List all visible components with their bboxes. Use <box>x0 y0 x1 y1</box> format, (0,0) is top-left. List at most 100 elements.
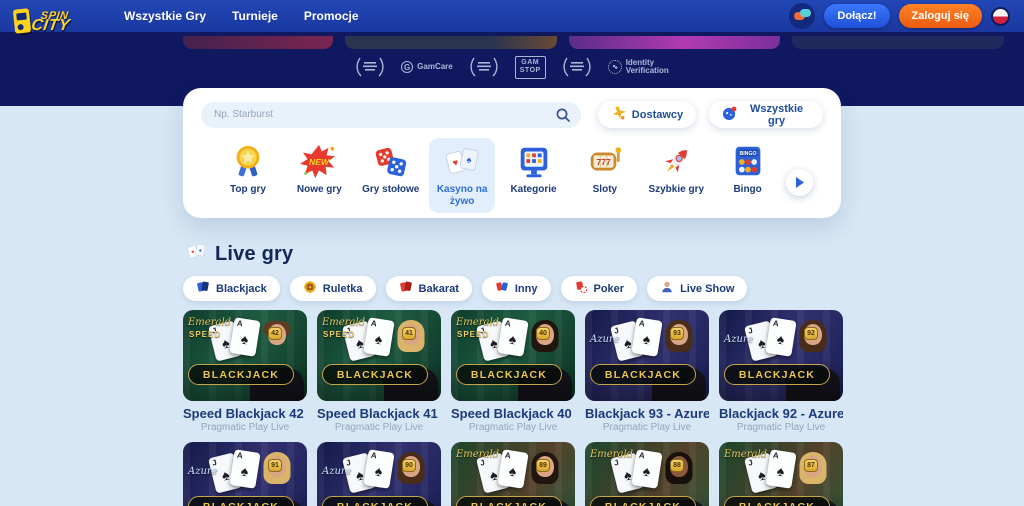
filter-chip-inny[interactable]: Inny <box>482 276 551 301</box>
game-name-plate: BLACKJACK <box>590 364 696 385</box>
table-number-badge: 93 <box>670 327 684 340</box>
game-card[interactable]: Azure J♠ A♠ 92 BLACKJACK Blackjack 92 - … <box>719 310 843 433</box>
game-card[interactable]: Azure J♠ A♠ 93 BLACKJACK Blackjack 93 - … <box>585 310 709 433</box>
providers-button[interactable]: Dostawcy <box>598 101 696 128</box>
game-thumbnail: Emerald SPEED J♠ A♠ 42 BLACKJACK <box>183 310 307 401</box>
game-brand-script: Azure <box>322 466 352 477</box>
category-item-gry-sto-owe[interactable]: Gry stołowe <box>358 138 424 201</box>
category-item-szybkie-gry[interactable]: Szybkie gry <box>643 138 709 201</box>
category-item-nowe-gry[interactable]: NEW Nowe gry <box>286 138 352 201</box>
game-name-plate: BLACKJACK <box>322 364 428 385</box>
game-provider: Pragmatic Play Live <box>719 422 843 433</box>
game-title: Speed Blackjack 42 - ... <box>183 406 307 421</box>
game-speed-label: SPEED <box>323 330 355 339</box>
game-thumbnail: Emerald J♠ A♠ 87 BLACKJACK <box>719 442 843 506</box>
game-name-plate: BLACKJACK <box>724 364 830 385</box>
game-thumbnail: Azure J♠ A♠ 93 BLACKJACK <box>585 310 709 401</box>
game-thumbnail: Azure J♠ A♠ 90 BLACKJACK <box>317 442 441 506</box>
login-button[interactable]: Zaloguj się <box>899 4 982 28</box>
table-number-badge: 91 <box>268 459 282 472</box>
filter-chip-blackjack[interactable]: Blackjack <box>183 276 280 301</box>
page: SPIN CITY Wszystkie Gry Turnieje Promocj… <box>0 0 1024 506</box>
game-name-plate: BLACKJACK <box>322 496 428 506</box>
nav-link-promotions[interactable]: Promocje <box>304 9 359 23</box>
game-brand-script: Emerald <box>724 449 767 460</box>
banner-sliver <box>183 36 333 49</box>
game-card[interactable]: Emerald J♠ A♠ 87 BLACKJACK <box>719 442 843 506</box>
category-item-sloty[interactable]: 777 Sloty <box>572 138 638 201</box>
game-thumbnail: Azure J♠ A♠ 92 BLACKJACK <box>719 310 843 401</box>
game-title: Blackjack 93 - Azure <box>585 406 709 421</box>
table-number-badge: 87 <box>804 459 818 472</box>
gamcare-icon: G <box>401 61 413 73</box>
live-section-header: ♥♠ Live gry <box>186 241 293 267</box>
support-chat-icon[interactable] <box>789 3 815 29</box>
category-item-kasyno-na-żywo[interactable]: ♥♠ Kasyno na żywo <box>429 138 495 213</box>
gamstop-badge: GAM STOP <box>515 56 546 79</box>
all-games-button[interactable]: Wszystkie gry <box>709 101 823 128</box>
table-number-badge: 42 <box>268 327 282 340</box>
playing-cards-icon: J♠ A♠ <box>746 319 806 365</box>
game-title: Blackjack 92 - Azure <box>719 406 843 421</box>
game-thumbnail: Azure J♠ A♠ 91 BLACKJACK <box>183 442 307 506</box>
join-button[interactable]: Dołącz! <box>824 4 889 28</box>
playing-cards-icon: J♠ A♠ <box>344 451 404 497</box>
baccarat-icon <box>399 280 413 297</box>
game-brand-script: Emerald <box>322 317 365 328</box>
live-filters-row: Blackjack Ruletka Bakarat Inny Poker Liv… <box>183 276 747 301</box>
slot-machine-icon: 777 <box>574 142 636 182</box>
trust-badges-row: G GamCare GAM STOP Identity Verification <box>0 56 1024 79</box>
game-name-plate: BLACKJACK <box>456 364 562 385</box>
game-card[interactable]: Azure J♠ A♠ 90 BLACKJACK <box>317 442 441 506</box>
blackjack-icon <box>196 280 210 297</box>
spincity-logo[interactable]: SPIN CITY <box>14 1 100 41</box>
game-brand-script: Emerald <box>590 449 633 460</box>
new-burst-icon: NEW <box>288 142 350 182</box>
game-thumbnail: Emerald SPEED J♠ A♠ 40 BLACKJACK <box>451 310 575 401</box>
medal-icon <box>217 142 279 182</box>
game-card[interactable]: Emerald J♠ A♠ 88 BLACKJACK <box>585 442 709 506</box>
search-category-panel: Dostawcy Wszystkie gry Top gry NEW Nowe … <box>183 88 841 218</box>
game-card[interactable]: Emerald SPEED J♠ A♠ 42 BLACKJACK Speed B… <box>183 310 307 433</box>
game-title: Speed Blackjack 40 - ... <box>451 406 575 421</box>
table-number-badge: 40 <box>536 327 550 340</box>
svg-text:BINGO: BINGO <box>739 151 756 157</box>
filter-chip-bakarat[interactable]: Bakarat <box>386 276 472 301</box>
game-card[interactable]: Azure J♠ A♠ 91 BLACKJACK <box>183 442 307 506</box>
game-thumbnail: Emerald SPEED J♠ A♠ 41 BLACKJACK <box>317 310 441 401</box>
live-cards-icon: ♥♠ <box>186 241 207 267</box>
game-brand-script: Emerald <box>456 317 499 328</box>
category-item-kategorie[interactable]: Kategorie <box>501 138 567 201</box>
live-section-title: Live gry <box>215 243 293 266</box>
filter-chip-ruletka[interactable]: Ruletka <box>290 276 376 301</box>
game-card[interactable]: Emerald SPEED J♠ A♠ 41 BLACKJACK Speed B… <box>317 310 441 433</box>
nav-link-all-games[interactable]: Wszystkie Gry <box>124 9 206 23</box>
game-card[interactable]: Emerald J♠ A♠ 89 BLACKJACK <box>451 442 575 506</box>
award-laurel-icon <box>355 56 385 78</box>
svg-text:NEW: NEW <box>309 157 330 167</box>
game-speed-label: SPEED <box>457 330 489 339</box>
category-grid-icon <box>503 142 565 182</box>
game-card[interactable]: Emerald SPEED J♠ A♠ 40 BLACKJACK Speed B… <box>451 310 575 433</box>
search-input[interactable] <box>201 102 581 128</box>
main-nav: Wszystkie Gry Turnieje Promocje <box>124 9 359 23</box>
game-brand-script: Emerald <box>188 317 231 328</box>
polish-flag-icon[interactable] <box>991 7 1010 26</box>
categories-scroll-right-button[interactable] <box>786 169 813 196</box>
game-provider: Pragmatic Play Live <box>317 422 441 433</box>
filter-chip-poker[interactable]: Poker <box>561 276 638 301</box>
game-name-plate: BLACKJACK <box>590 496 696 506</box>
category-item-bingo[interactable]: BINGO Bingo <box>715 138 781 201</box>
nav-link-tournaments[interactable]: Turnieje <box>232 9 278 23</box>
table-number-badge: 88 <box>670 459 684 472</box>
filter-chip-live-show[interactable]: Live Show <box>647 276 747 301</box>
award-laurel-icon <box>469 56 499 78</box>
search-icon[interactable] <box>555 107 571 123</box>
svg-text:777: 777 <box>596 157 611 167</box>
game-thumbnail: Emerald J♠ A♠ 89 BLACKJACK <box>451 442 575 506</box>
navbar: SPIN CITY Wszystkie Gry Turnieje Promocj… <box>0 0 1024 32</box>
other-cards-icon <box>495 280 509 297</box>
award-laurel-icon <box>562 56 592 78</box>
category-item-top-gry[interactable]: Top gry <box>215 138 281 201</box>
rocket-icon <box>645 142 707 182</box>
